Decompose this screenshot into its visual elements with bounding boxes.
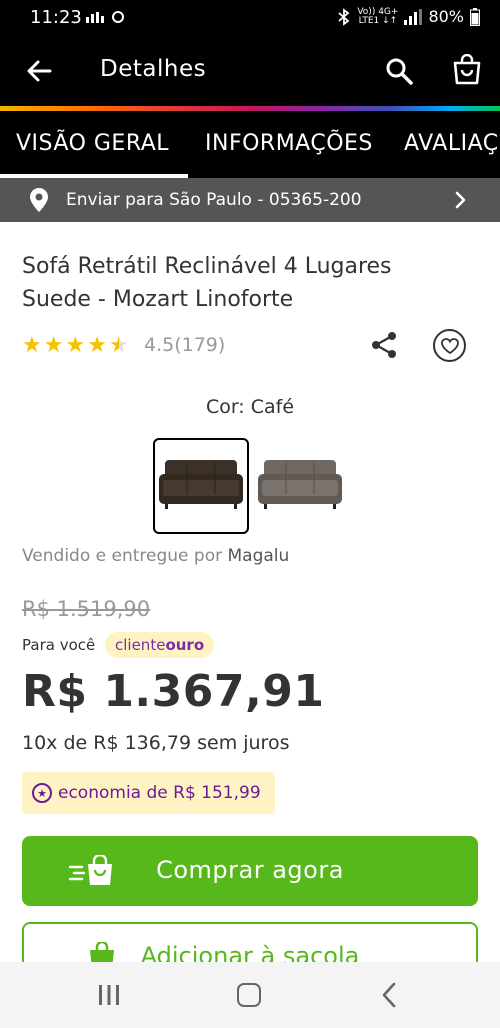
- rating-stars: ★ ★ ★ ★ ★: [22, 334, 129, 358]
- shipping-text: Enviar para São Paulo - 05365-200: [66, 190, 362, 210]
- favorite-button[interactable]: [433, 329, 466, 362]
- sofa-image: [258, 460, 342, 509]
- cliente-ouro-badge: clienteouro: [105, 632, 215, 658]
- installments-text: 10x de R$ 136,79 sem juros: [22, 732, 290, 754]
- old-price: R$ 1.519,90: [22, 597, 151, 621]
- star-badge-icon: ★: [32, 783, 52, 803]
- tab-bar: VISÃO GERAL INFORMAÇÕES AVALIAÇ: [0, 111, 500, 178]
- page-title: Detalhes: [100, 56, 207, 82]
- for-you-label: Para você: [22, 636, 96, 654]
- status-time: 11:23: [30, 7, 82, 28]
- color-swatch-cafe[interactable]: [153, 438, 249, 534]
- bluetooth-icon: [338, 7, 350, 26]
- network-label-bottom: LTE1 ↓↑: [358, 15, 398, 26]
- badge-ouro-text: ouro: [165, 636, 205, 654]
- network-label: Vo)) 4G+ LTE1 ↓↑: [357, 7, 398, 26]
- search-icon[interactable]: [384, 56, 414, 86]
- signal-icon: [404, 8, 423, 25]
- color-label: Cor: Café: [205, 396, 295, 418]
- star-half-icon: ★: [108, 333, 129, 358]
- chevron-right-icon: [455, 191, 466, 209]
- seller-info: Vendido e entregue por Magalu: [22, 546, 289, 566]
- current-price: R$ 1.367,91: [22, 666, 325, 717]
- status-icons: Vo)) 4G+ LTE1 ↓↑ 80%: [337, 7, 480, 26]
- battery-icon: [470, 7, 480, 26]
- battery-text: 80%: [428, 7, 464, 26]
- share-icon[interactable]: [370, 330, 398, 360]
- tab-overview[interactable]: VISÃO GERAL: [16, 131, 169, 156]
- rating-text[interactable]: 4.5(179): [144, 334, 225, 356]
- seller-name: Magalu: [227, 546, 290, 566]
- seller-prefix: Vendido e entregue por: [22, 546, 223, 566]
- tab-reviews[interactable]: AVALIAÇ: [404, 131, 499, 156]
- notification-icon: [86, 11, 124, 23]
- color-swatch-gray[interactable]: [252, 438, 348, 534]
- star-icon: ★: [43, 333, 64, 358]
- star-icon: ★: [87, 333, 107, 358]
- buy-now-label: Comprar agora: [156, 856, 344, 884]
- product-title: Sofá Retrátil Reclinável 4 Lugares Suede…: [22, 254, 392, 312]
- star-icon: ★: [65, 333, 86, 358]
- status-bar: 11:23 Vo)) 4G+ LTE1 ↓↑ 80%: [0, 0, 500, 36]
- badge-cliente-text: cliente: [115, 636, 166, 654]
- tab-information[interactable]: INFORMAÇÕES: [205, 131, 373, 156]
- recent-apps-icon[interactable]: [97, 984, 121, 1006]
- heart-icon: [440, 337, 459, 354]
- star-icon: ★: [22, 333, 42, 358]
- system-navigation-bar: [0, 962, 500, 1028]
- sofa-image: [159, 460, 243, 509]
- back-arrow-icon[interactable]: [24, 56, 54, 86]
- buy-now-button[interactable]: Comprar agora: [22, 836, 478, 906]
- economy-badge: ★ economia de R$ 151,99: [22, 772, 275, 814]
- location-pin-icon: [30, 188, 48, 212]
- system-back-icon[interactable]: [381, 982, 397, 1008]
- shipping-location-bar[interactable]: Enviar para São Paulo - 05365-200: [0, 178, 500, 222]
- app-bar: Detalhes: [0, 36, 500, 106]
- home-icon[interactable]: [237, 983, 261, 1007]
- notification-icons: [86, 9, 126, 29]
- shopping-bag-icon[interactable]: [452, 54, 482, 86]
- economy-text: economia de R$ 151,99: [58, 783, 261, 803]
